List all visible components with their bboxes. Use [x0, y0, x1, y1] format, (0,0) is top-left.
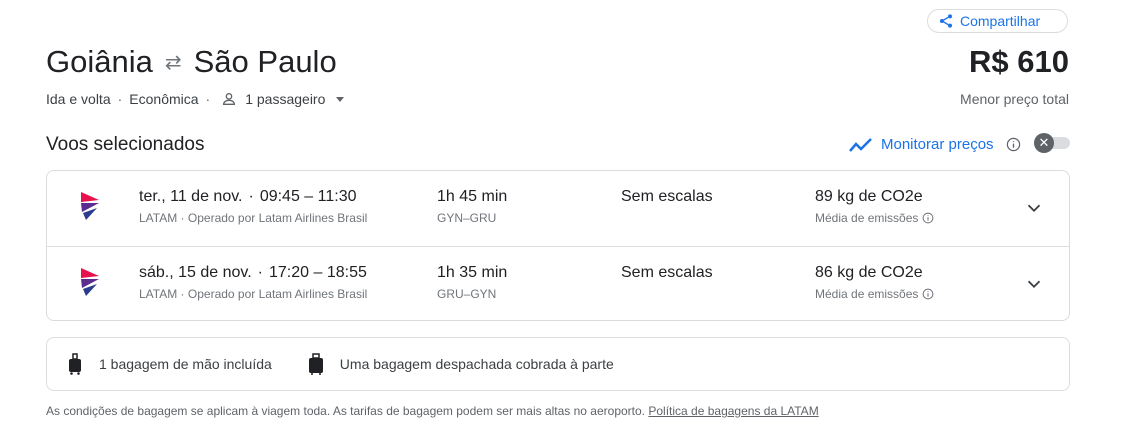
- carry-on-label: 1 bagagem de mão incluída: [99, 356, 272, 372]
- info-icon[interactable]: [922, 212, 934, 224]
- share-button[interactable]: Compartilhar: [927, 9, 1068, 33]
- flights-card: ter., 11 de nov. · 09:45 – 11:30 LATAM · O…: [46, 170, 1070, 321]
- flight-duration: 1h 35 min: [437, 264, 508, 281]
- baggage-info: 1 bagagem de mão incluída Uma bagagem de…: [46, 337, 1070, 391]
- separator-dot: ·: [257, 264, 263, 281]
- origin-city: Goiânia: [46, 44, 153, 79]
- swap-arrows-icon: ⇄: [164, 51, 182, 74]
- flight-times: 09:45 – 11:30: [259, 188, 357, 205]
- checked-bag-icon: [308, 353, 323, 375]
- monitor-prices-label: Monitorar preços: [881, 136, 994, 153]
- carry-on-bag-icon: [69, 353, 81, 375]
- emissions-label: Média de emissões: [815, 211, 919, 225]
- info-icon[interactable]: [922, 288, 934, 300]
- passenger-selector[interactable]: 1 passageiro: [217, 91, 345, 107]
- flight-duration: 1h 45 min: [437, 188, 508, 205]
- checked-bag-label: Uma bagagem despachada cobrada à parte: [339, 356, 614, 372]
- flight-row-outbound[interactable]: ter., 11 de nov. · 09:45 – 11:30 LATAM · O…: [47, 171, 1069, 246]
- baggage-note: As condições de bagagem se aplicam à via…: [46, 404, 646, 418]
- flight-times: 17:20 – 18:55: [269, 264, 367, 281]
- flight-emissions: 86 kg de CO2e: [815, 264, 923, 281]
- route-title: Goiânia ⇄ São Paulo: [46, 44, 337, 80]
- trip-type: Ida e volta: [46, 91, 111, 107]
- flight-stops: Sem escalas: [621, 188, 713, 205]
- caret-down-icon: [336, 97, 345, 102]
- cabin-class: Econômica: [129, 91, 199, 107]
- close-icon: ✕: [1034, 133, 1054, 153]
- price-subtitle: Menor preço total: [960, 91, 1069, 107]
- share-label: Compartilhar: [960, 13, 1041, 29]
- baggage-footnote: As condições de bagagem se aplicam à via…: [46, 404, 819, 418]
- separator-dot: ·: [117, 91, 123, 107]
- trend-icon: [849, 137, 872, 152]
- chevron-down-icon[interactable]: [1023, 273, 1045, 295]
- airline-info: LATAM · Operado por Latam Airlines Brasi…: [139, 287, 368, 301]
- monitor-prices-button[interactable]: Monitorar preços: [849, 136, 1021, 153]
- latam-logo: [81, 268, 99, 296]
- monitor-prices-toggle[interactable]: ✕: [1034, 133, 1070, 153]
- info-icon[interactable]: [1006, 137, 1021, 152]
- chevron-down-icon[interactable]: [1023, 197, 1045, 219]
- flight-route: GRU–GYN: [437, 287, 497, 301]
- carry-on-item: 1 bagagem de mão incluída: [67, 353, 272, 375]
- airline-info: LATAM · Operado por Latam Airlines Brasi…: [139, 211, 368, 225]
- flight-emissions: 89 kg de CO2e: [815, 188, 923, 205]
- person-icon: [223, 93, 236, 105]
- separator-dot: ·: [205, 91, 211, 107]
- selected-flights-title: Voos selecionados: [46, 134, 205, 155]
- latam-logo: [81, 192, 99, 220]
- checked-bag-item: Uma bagagem despachada cobrada à parte: [308, 353, 614, 375]
- trip-meta: Ida e volta · Econômica · 1 passageiro: [46, 91, 345, 107]
- emissions-label: Média de emissões: [815, 287, 919, 301]
- flight-route: GYN–GRU: [437, 211, 497, 225]
- total-price: R$ 610: [969, 44, 1069, 79]
- flight-row-return[interactable]: sáb., 15 de nov. · 17:20 – 18:55 LATAM · O…: [47, 246, 1069, 322]
- flight-date: sáb., 15 de nov.: [139, 264, 252, 281]
- separator-dot: ·: [248, 188, 254, 205]
- destination-city: São Paulo: [193, 44, 337, 79]
- flight-stops: Sem escalas: [621, 264, 713, 281]
- passenger-count: 1 passageiro: [245, 91, 326, 107]
- flight-date: ter., 11 de nov.: [139, 188, 243, 205]
- share-icon: [940, 14, 952, 28]
- baggage-policy-link[interactable]: Política de bagagens da LATAM: [648, 404, 818, 418]
